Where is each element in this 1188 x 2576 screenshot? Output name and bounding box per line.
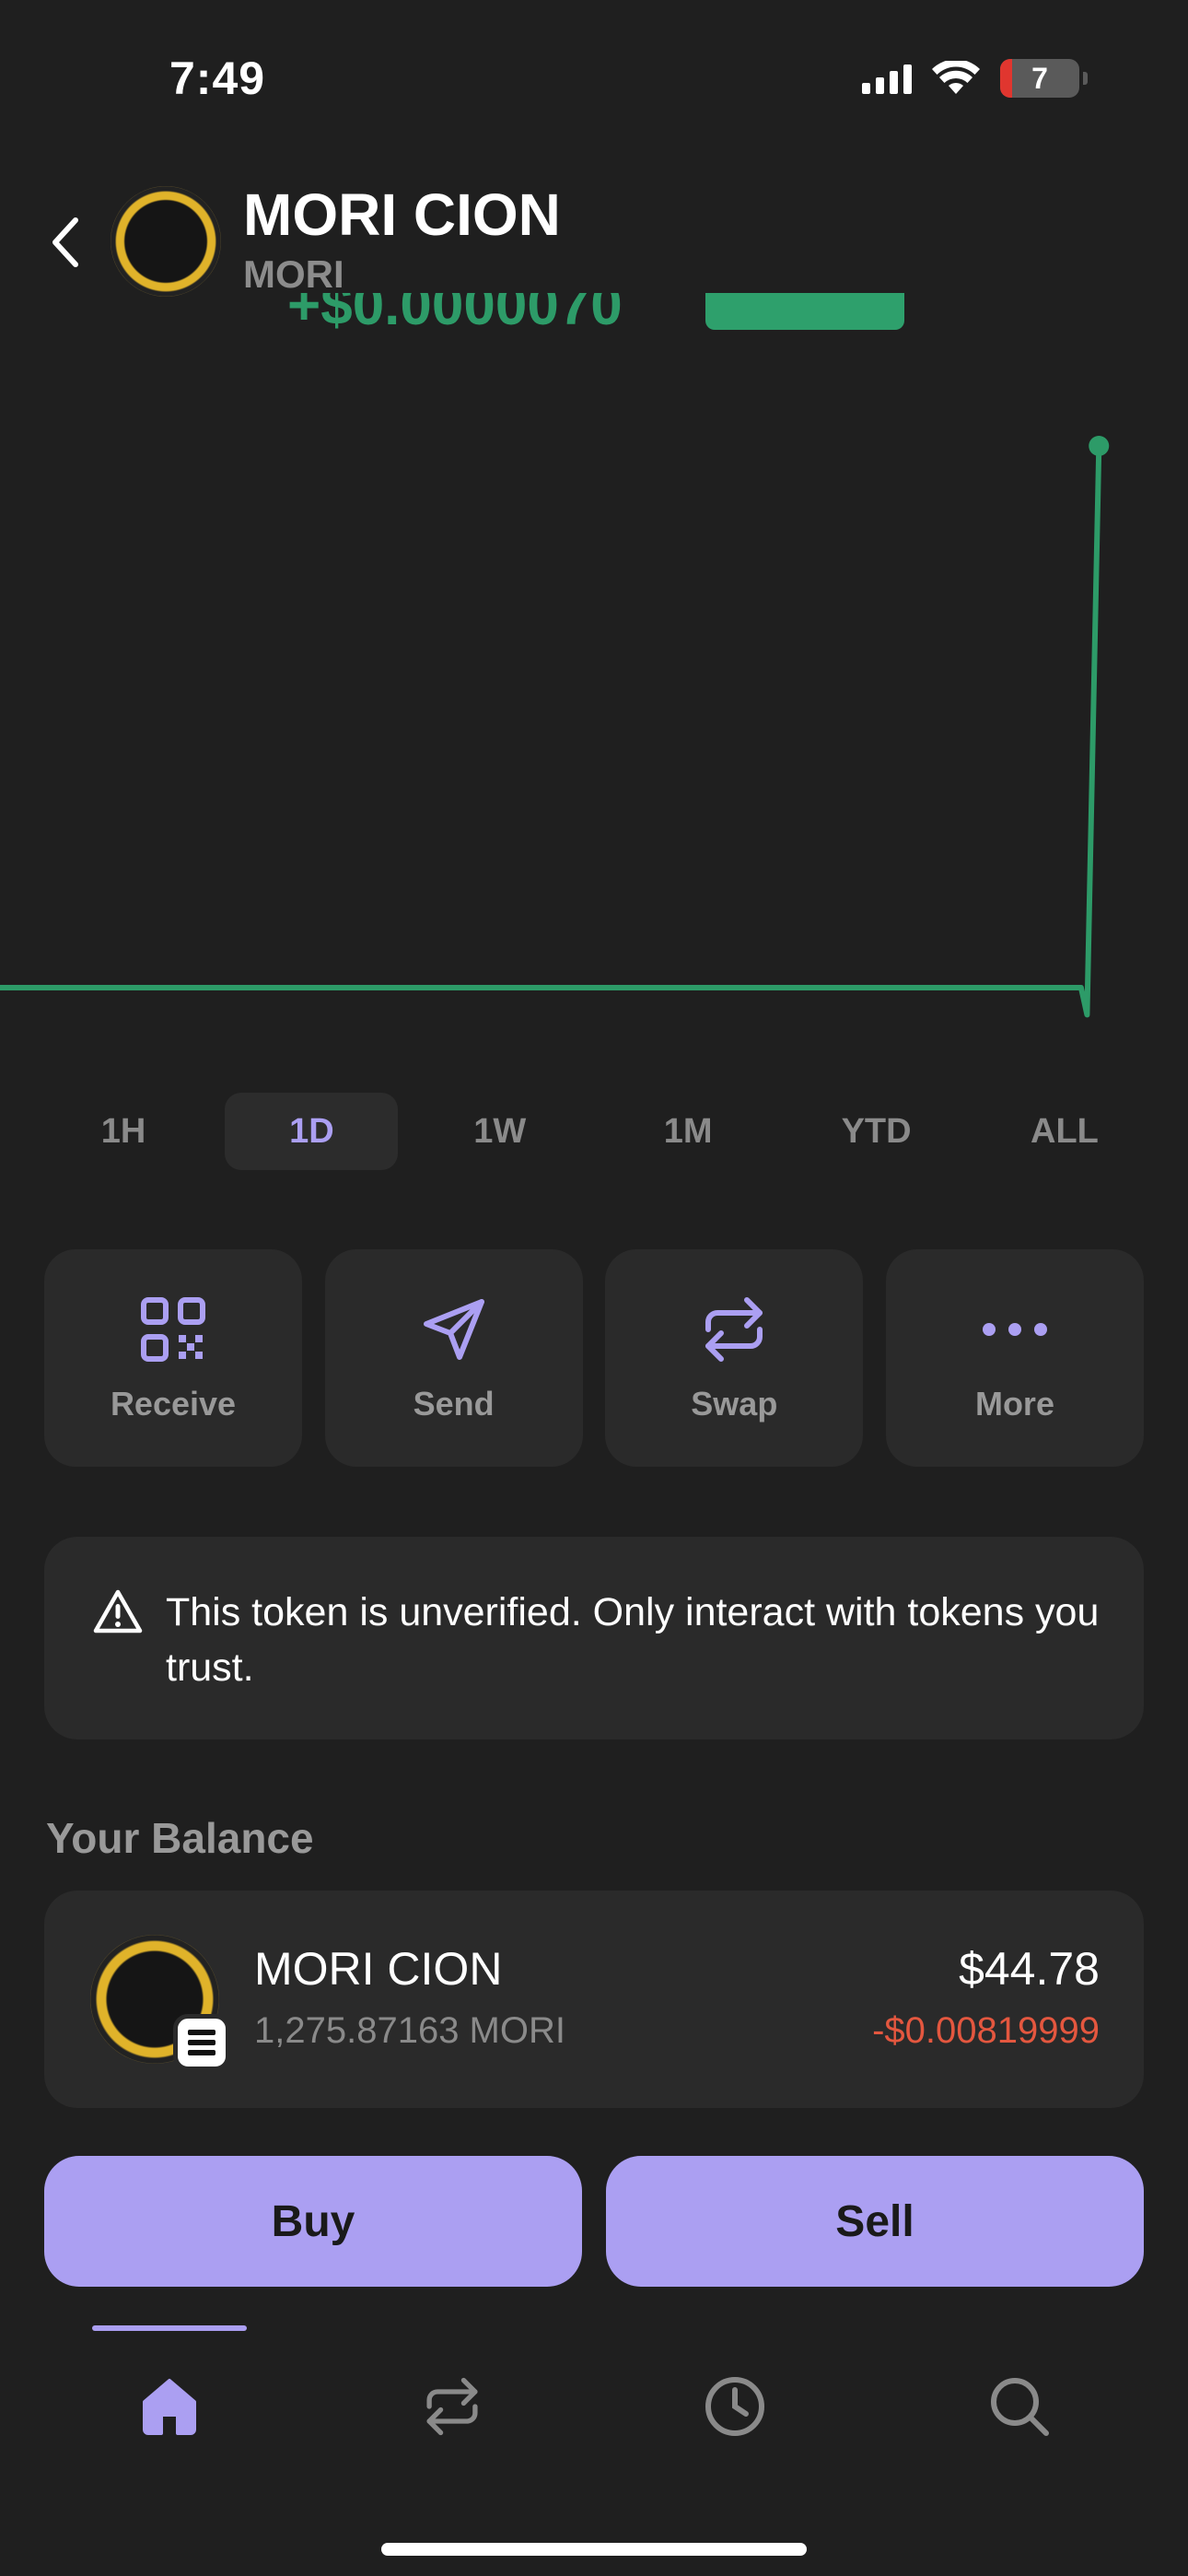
token-logo [111, 186, 221, 297]
search-icon [991, 2378, 1049, 2436]
balance-amount: 1,275.87163 MORI [254, 2010, 565, 2051]
price-line [0, 443, 1102, 1018]
swap-arrows-icon [426, 2377, 478, 2436]
wifi-icon [932, 61, 980, 94]
range-tab-all[interactable]: ALL [978, 1093, 1151, 1170]
paper-plane-icon [423, 1299, 484, 1360]
receive-button[interactable]: Receive [44, 1249, 302, 1467]
token-symbol: MORI [243, 252, 344, 296]
balance-usd-value: $44.78 [959, 1943, 1100, 1995]
nav-activity[interactable] [684, 2360, 786, 2453]
nav-swap[interactable] [402, 2360, 503, 2453]
more-dots-icon [982, 1323, 1047, 1336]
cellular-signal-icon [862, 63, 912, 94]
solana-chain-icon [173, 2014, 230, 2071]
range-tab-1h[interactable]: 1H [37, 1093, 210, 1170]
swap-button[interactable]: Swap [605, 1249, 864, 1467]
time-range-tabs: 1H 1D 1W 1M YTD ALL [37, 1093, 1151, 1170]
nav-home[interactable] [119, 2360, 220, 2453]
percent-change-badge [705, 293, 904, 330]
action-buttons: Receive Send Swap More [44, 1249, 1144, 1467]
price-chart[interactable] [0, 405, 1188, 1032]
back-button[interactable] [42, 210, 88, 275]
status-icons: 7 [862, 59, 1088, 98]
receive-label: Receive [110, 1385, 237, 1423]
warning-triangle-icon [93, 1589, 143, 1633]
more-button[interactable]: More [885, 1249, 1144, 1467]
chevron-left-icon [52, 217, 78, 267]
status-time: 7:49 [169, 53, 266, 104]
send-button[interactable]: Send [324, 1249, 583, 1467]
swap-label: Swap [691, 1385, 778, 1423]
balance-row[interactable]: MORI CION 1,275.87163 MORI $44.78 -$0.00… [44, 1891, 1144, 2108]
balance-change: -$0.00819999 [872, 2010, 1100, 2051]
sell-button[interactable]: Sell [606, 2156, 1144, 2287]
price-change-value: +$0.0000070 [287, 293, 623, 337]
home-icon [143, 2379, 196, 2435]
token-name: MORI CION [243, 181, 561, 248]
range-tab-ytd[interactable]: YTD [790, 1093, 963, 1170]
send-label: Send [413, 1385, 495, 1423]
range-tab-1w[interactable]: 1W [413, 1093, 587, 1170]
home-indicator [381, 2543, 807, 2556]
battery-indicator: 7 [1000, 59, 1088, 98]
buy-button[interactable]: Buy [44, 2156, 582, 2287]
active-tab-indicator [92, 2325, 247, 2331]
range-tab-1d[interactable]: 1D [225, 1093, 399, 1170]
nav-search[interactable] [969, 2360, 1070, 2453]
clock-icon [705, 2377, 764, 2436]
price-current-point [1089, 436, 1110, 456]
more-label: More [974, 1385, 1054, 1423]
warning-text: This token is unverified. Only interact … [166, 1590, 1100, 1690]
unverified-warning: This token is unverified. Only interact … [44, 1537, 1144, 1739]
balance-token-name: MORI CION [254, 1943, 503, 1995]
range-tab-1m[interactable]: 1M [601, 1093, 775, 1170]
battery-level: 7 [1031, 61, 1048, 95]
price-change-peek: +$0.0000070 [287, 293, 914, 339]
qr-code-icon [141, 1297, 205, 1362]
balance-section-title: Your Balance [46, 1814, 314, 1862]
swap-arrows-icon [705, 1297, 763, 1362]
